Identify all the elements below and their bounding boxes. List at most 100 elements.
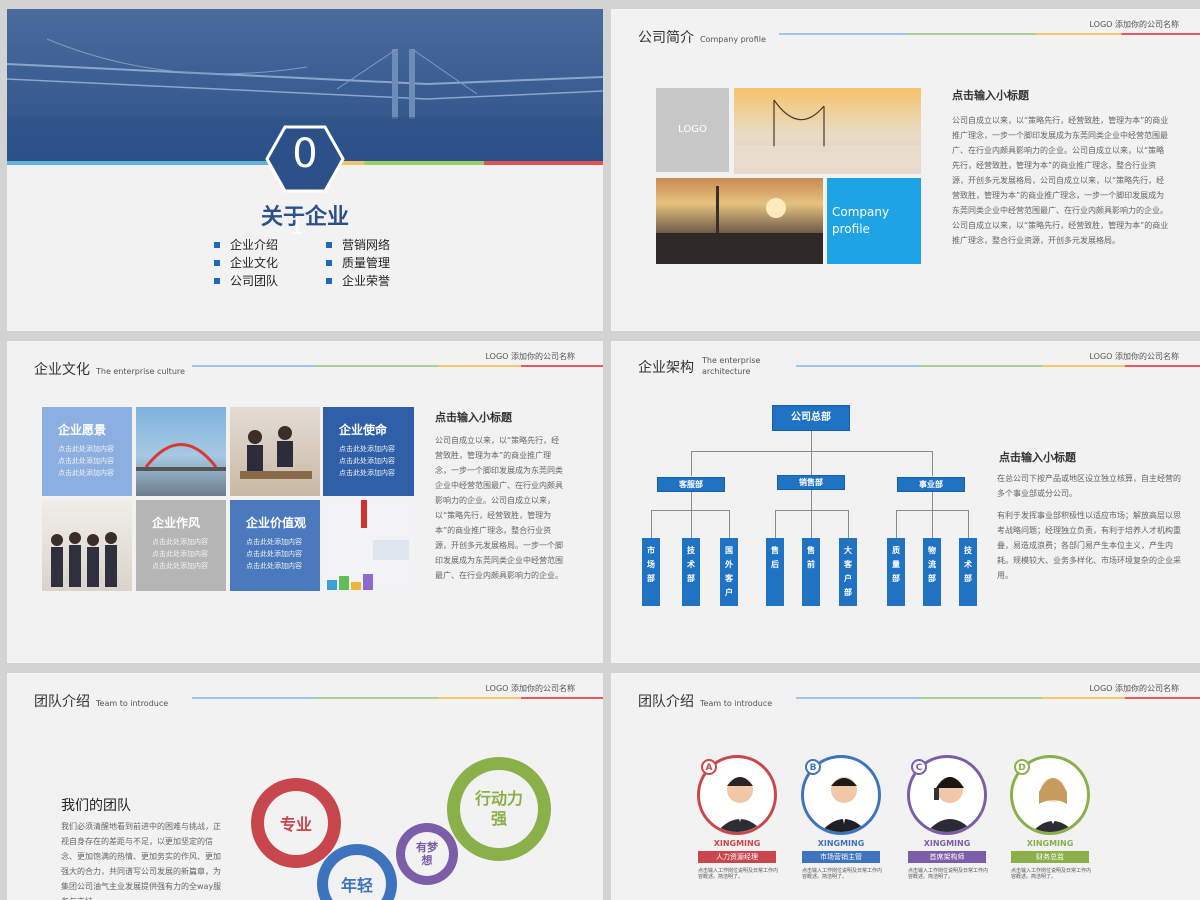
gear-label: 有梦想: [405, 832, 449, 876]
tile-title: 企业作风: [152, 516, 201, 530]
section-paragraph: 公司自成立以来，以“策略先行，经营致胜，管理为本”的商业推广理念，一步一个脚印发…: [952, 116, 1169, 245]
logo-company-name: LOGO 添加你的公司名称: [485, 352, 575, 361]
org-connector: [691, 451, 692, 476]
slide-subtitle: Team to introduce: [96, 699, 169, 708]
member-letter-d: D: [1014, 759, 1030, 775]
member-letter-b: B: [805, 759, 821, 775]
golden-gate-fog-photo: [734, 88, 921, 174]
org-connector: [691, 492, 692, 510]
member-name-c: XINGMING: [923, 839, 971, 848]
org-unit-3-3[interactable]: 技术部: [959, 538, 977, 606]
tile-lines: 点击此处添加内容 点击此处添加内容 点击此处添加内容: [246, 538, 302, 570]
org-connector: [811, 431, 812, 451]
report-chart-photo: [323, 500, 414, 591]
bullet-left-1[interactable]: 企业介绍: [214, 236, 278, 253]
slide-team-intro[interactable]: 团队介绍 Team to introduce LOGO 添加你的公司名称 我们的团…: [7, 673, 603, 900]
slide-subtitle: The enterprise architecture: [702, 356, 761, 376]
member-desc-b: 点击输入工作岗位说明及日常工作内容概述。简洁明了。: [802, 868, 883, 880]
member-role-a: 人力资源经理: [698, 851, 776, 863]
header-divider: [796, 697, 1200, 699]
bullet-right-2[interactable]: 质量管理: [326, 254, 390, 271]
bullet-left-2[interactable]: 企业文化: [214, 254, 278, 271]
org-unit-3-1[interactable]: 质量部: [887, 538, 905, 606]
business-meeting-photo: [230, 407, 320, 496]
gear-action: 行动力强: [447, 757, 551, 861]
bullet-right-3[interactable]: 企业荣誉: [326, 272, 390, 289]
tile-lines: 点击此处添加内容 点击此处添加内容 点击此处添加内容: [339, 445, 395, 477]
member-name-a: XINGMING: [713, 839, 761, 848]
org-root[interactable]: 公司总部: [772, 405, 850, 431]
slide-title: 企业架构: [638, 360, 694, 376]
red-bridge-photo: [136, 407, 226, 496]
org-unit-2-1[interactable]: 售后: [766, 538, 784, 606]
org-connector: [775, 510, 849, 511]
logo-company-name: LOGO 添加你的公司名称: [1089, 684, 1179, 693]
header-divider: [796, 365, 1200, 367]
org-connector: [775, 510, 776, 538]
section-heading: 点击输入小标题: [435, 411, 512, 424]
hex-sub-number: 1: [290, 215, 304, 240]
bullet-left-3[interactable]: 公司团队: [214, 272, 278, 289]
tile-title: 企业愿景: [58, 423, 107, 437]
org-unit-3-2[interactable]: 物流部: [923, 538, 941, 606]
org-connector: [729, 510, 730, 538]
org-unit-2-2[interactable]: 售前: [802, 538, 820, 606]
gear-label: 年轻: [328, 855, 386, 900]
city-sunset-photo: [656, 178, 823, 264]
gear-label: 专业: [264, 791, 328, 855]
section-heading: 点击输入小标题: [952, 89, 1029, 102]
slide-title: 关于企业: [260, 205, 349, 230]
org-connector: [651, 510, 652, 538]
org-dept-2[interactable]: 销售部: [777, 475, 845, 490]
tile-title: 企业使命: [339, 423, 388, 437]
section-paragraph-2: 有利于发挥事业部积极性以适应市场；解放高层以思考战略问题；经理独立负责，有利于培…: [997, 511, 1181, 580]
member-desc-c: 点击输入工作岗位说明及日常工作内容概述。简洁明了。: [908, 868, 989, 880]
header-divider: [192, 697, 603, 699]
org-dept-3[interactable]: 事业部: [897, 477, 965, 492]
member-letter-a: A: [701, 759, 717, 775]
org-unit-1-3[interactable]: 国外客户: [720, 538, 738, 606]
org-dept-1[interactable]: 客服部: [657, 477, 725, 492]
header-divider: [192, 365, 603, 367]
slide-about[interactable]: 0 关于企业 1 企业介绍 企业文化 公司团队 营销网络 质量管理 企业荣誉: [7, 9, 603, 331]
slide-title: 企业文化 The enterprise culture: [34, 362, 185, 378]
tile-lines: 点击此处添加内容 点击此处添加内容 点击此处添加内容: [152, 538, 208, 570]
member-role-b: 市场营销主管: [802, 851, 880, 863]
tile-title: 企业价值观: [246, 516, 307, 530]
org-connector: [968, 510, 969, 538]
gear-dream: 有梦想: [396, 823, 458, 885]
section-paragraph: 公司自成立以来，以“策略先行，经营致胜，管理为本”的商业推广理念，一步一个脚印发…: [435, 436, 563, 580]
org-connector: [811, 490, 812, 510]
org-connector: [932, 510, 933, 538]
org-unit-1-1[interactable]: 市场部: [642, 538, 660, 606]
team-heading: 我们的团队: [61, 798, 131, 814]
tile-lines: 点击此处添加内容 点击此处添加内容 点击此处添加内容: [58, 445, 114, 477]
slide-culture[interactable]: 企业文化 The enterprise culture LOGO 添加你的公司名称…: [7, 341, 603, 663]
org-connector: [932, 451, 933, 476]
slide-team-members[interactable]: 团队介绍 Team to introduce LOGO 添加你的公司名称 A XI…: [611, 673, 1200, 900]
gear-professional: 专业: [251, 778, 341, 868]
org-connector: [691, 510, 692, 538]
tile-mission[interactable]: 企业使命 点击此处添加内容 点击此处添加内容 点击此处添加内容: [323, 407, 414, 496]
gear-label: 行动力强: [460, 770, 538, 848]
team-toast-photo: [42, 500, 132, 591]
org-connector: [932, 492, 933, 510]
logo-company-name: LOGO 添加你的公司名称: [1089, 352, 1179, 361]
slide-architecture[interactable]: 企业架构 The enterprise architecture LOGO 添加你…: [611, 341, 1200, 663]
logo-company-name: LOGO 添加你的公司名称: [485, 684, 575, 693]
org-unit-2-3[interactable]: 大客户部: [839, 538, 857, 606]
member-desc-a: 点击输入工作岗位说明及日常工作内容概述。简洁明了。: [698, 868, 779, 880]
member-role-d: 财务总监: [1011, 851, 1089, 863]
slide-subtitle: Company profile: [700, 35, 766, 44]
slide-company-profile[interactable]: 公司简介 Company profile LOGO 添加你的公司名称 LOGO C…: [611, 9, 1200, 331]
bullet-right-1[interactable]: 营销网络: [326, 236, 390, 253]
org-unit-1-2[interactable]: 技术部: [682, 538, 700, 606]
org-connector: [811, 451, 812, 476]
tile-values[interactable]: 企业价值观 点击此处添加内容 点击此处添加内容 点击此处添加内容: [230, 500, 320, 591]
org-connector: [848, 510, 849, 538]
team-paragraph: 我们必须清醒地看到前进中的困难与挑战，正视自身存在的差距与不足，以更加坚定的信念…: [61, 822, 222, 900]
tile-vision[interactable]: 企业愿景 点击此处添加内容 点击此处添加内容 点击此处添加内容: [42, 407, 132, 496]
tile-style[interactable]: 企业作风 点击此处添加内容 点击此处添加内容 点击此处添加内容: [136, 500, 226, 591]
section-paragraph-1: 在总公司下按产品或地区设立独立核算，自主经营的多个事业部或分公司。: [997, 474, 1181, 498]
header-divider: [779, 33, 1200, 35]
